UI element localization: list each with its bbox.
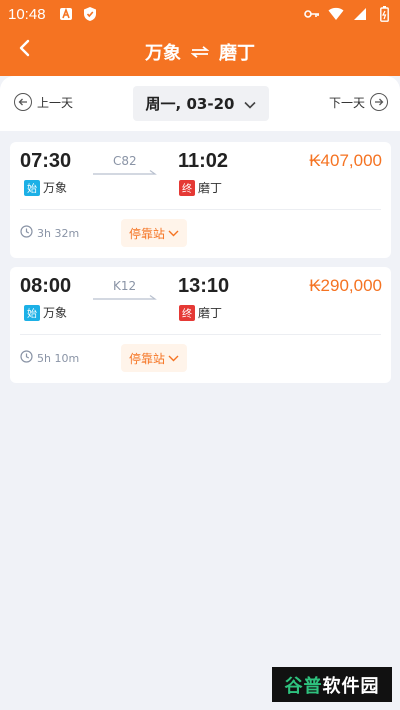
end-badge: 终	[179, 179, 195, 196]
chevron-down-icon	[168, 351, 179, 365]
back-button[interactable]	[10, 36, 38, 64]
destination-name: 磨丁	[198, 306, 223, 320]
battery-icon	[376, 6, 392, 22]
next-day-label: 下一天	[328, 95, 365, 110]
trip-card[interactable]: 08:00 K12 13:10 ₭290,000 始 万象 终 磨丁 5h 10…	[10, 267, 391, 383]
stops-label: 停靠站	[129, 351, 166, 366]
divider	[20, 334, 381, 335]
start-badge: 始	[24, 179, 40, 196]
stops-button[interactable]: 停靠站	[121, 219, 188, 247]
signal-icon	[352, 6, 368, 22]
next-day-button[interactable]: 下一天	[329, 93, 388, 111]
chevron-down-icon	[244, 95, 257, 113]
arrow-left-icon	[14, 93, 32, 111]
route-arrow-icon	[93, 170, 157, 175]
duration: 3h 32m	[20, 225, 79, 241]
watermark-part2: 软件园	[322, 675, 380, 697]
trip-card[interactable]: 07:30 C82 11:02 ₭407,000 始 万象 终 磨丁 3h 32…	[10, 142, 391, 258]
duration-value: 3h 32m	[37, 226, 80, 240]
date-bar: 上一天 周一, 03-20 下一天	[0, 76, 400, 131]
prev-day-label: 上一天	[37, 95, 74, 110]
arrival-time: 13:10	[178, 275, 230, 297]
watermark: 谷普 软件园	[272, 667, 392, 702]
duration: 5h 10m	[20, 350, 79, 366]
start-badge: 始	[24, 304, 40, 321]
train-number: K12	[113, 279, 137, 293]
departure-time: 07:30	[20, 150, 72, 172]
status-bar: 10:48	[0, 0, 400, 28]
date-value: 周一, 03-20	[145, 95, 235, 113]
train-number: C82	[113, 154, 137, 168]
destination-info: 终 磨丁	[179, 179, 222, 196]
chevron-down-icon	[168, 226, 179, 240]
destination-name: 磨丁	[198, 181, 223, 195]
route-arrow-icon	[93, 295, 157, 300]
arrow-right-icon	[370, 93, 388, 111]
ticket-price: ₭290,000	[309, 276, 382, 295]
a-icon	[58, 6, 74, 22]
destination-station: 磨丁	[219, 43, 255, 64]
wifi-icon	[328, 6, 344, 22]
clock-icon	[20, 225, 33, 241]
destination-info: 终 磨丁	[179, 304, 222, 321]
duration-value: 5h 10m	[37, 351, 80, 365]
key-icon	[304, 6, 320, 22]
route-title: 万象 磨丁	[145, 39, 255, 65]
stops-label: 停靠站	[129, 226, 166, 241]
chevron-left-icon	[18, 39, 30, 61]
origin-name: 万象	[43, 306, 68, 320]
ticket-price: ₭407,000	[309, 151, 382, 170]
shield-icon	[82, 6, 98, 22]
arrival-time: 11:02	[178, 150, 229, 172]
app-header: 万象 磨丁	[0, 28, 400, 76]
clock-icon	[20, 350, 33, 366]
stops-button[interactable]: 停靠站	[121, 344, 188, 372]
departure-time: 08:00	[20, 275, 72, 297]
date-selector[interactable]: 周一, 03-20	[133, 86, 269, 121]
divider	[20, 209, 381, 210]
status-time: 10:48	[8, 5, 46, 23]
prev-day-button[interactable]: 上一天	[14, 93, 73, 111]
origin-info: 始 万象	[24, 179, 67, 196]
origin-name: 万象	[43, 181, 68, 195]
origin-info: 始 万象	[24, 304, 67, 321]
swap-icon[interactable]	[191, 46, 209, 58]
watermark-part1: 谷普	[284, 675, 323, 697]
origin-station: 万象	[145, 43, 181, 64]
end-badge: 终	[179, 304, 195, 321]
